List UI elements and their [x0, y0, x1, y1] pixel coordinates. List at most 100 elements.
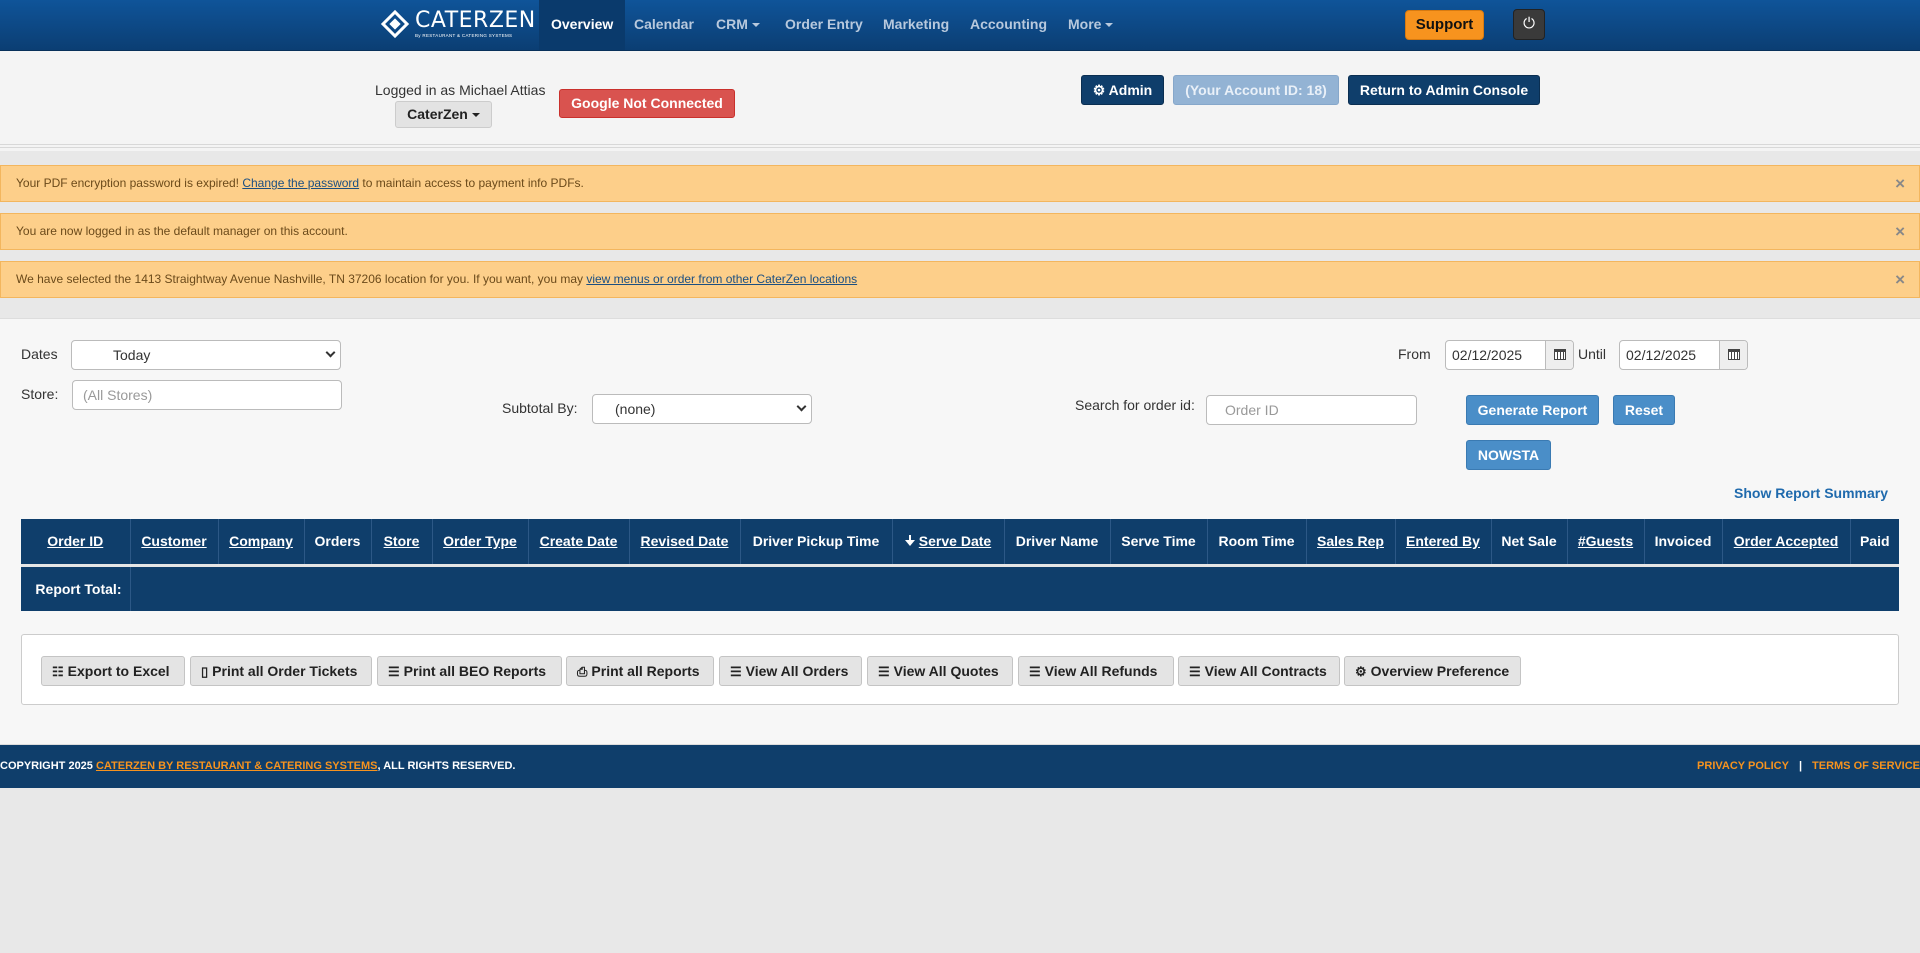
- copyright-suffix: , ALL RIGHTS RESERVED.: [377, 760, 516, 772]
- button-label: View All Contracts: [1204, 663, 1327, 679]
- store-input[interactable]: (All Stores): [72, 380, 342, 410]
- col-order-accepted[interactable]: Order Accepted: [1722, 519, 1851, 565]
- power-button[interactable]: ⏻: [1513, 9, 1545, 40]
- footer-divider: |: [1798, 760, 1803, 772]
- nav-crm-label: CRM: [716, 16, 748, 32]
- view-all-refunds-button[interactable]: ☰ View All Refunds: [1018, 656, 1174, 686]
- col-label: Store: [383, 533, 420, 550]
- admin-button[interactable]: ⚙ Admin: [1081, 75, 1164, 105]
- close-icon[interactable]: ×: [1895, 262, 1905, 297]
- col-label: Order Type: [443, 533, 517, 550]
- col-customer[interactable]: Customer: [130, 519, 219, 565]
- return-to-admin-console-button[interactable]: Return to Admin Console: [1348, 75, 1540, 105]
- nowsta-button[interactable]: NOWSTA: [1466, 440, 1551, 470]
- table-header-row: Order ID Customer Company Orders Store O…: [21, 519, 1899, 565]
- arrow-down-icon: [904, 535, 915, 547]
- button-label: Print all BEO Reports: [403, 663, 547, 679]
- col-paid: Paid: [1850, 519, 1899, 565]
- print-all-reports-button[interactable]: ⎙ Print all Reports: [566, 656, 714, 686]
- col-label: Paid: [1859, 533, 1890, 550]
- nav-crm[interactable]: CRM: [704, 0, 772, 50]
- col-revised-date[interactable]: Revised Date: [629, 519, 741, 565]
- col-label: Room Time: [1218, 533, 1295, 550]
- alert-default-manager: You are now logged in as the default man…: [0, 213, 1920, 250]
- until-date-value: 02/12/2025: [1626, 347, 1697, 363]
- close-icon[interactable]: ×: [1895, 214, 1905, 249]
- until-date-input[interactable]: 02/12/2025: [1619, 340, 1748, 370]
- col-order-id[interactable]: Order ID: [21, 519, 131, 565]
- change-password-link[interactable]: Change the password: [242, 176, 359, 190]
- dates-select[interactable]: Today: [71, 340, 341, 370]
- col-sales-rep[interactable]: Sales Rep: [1306, 519, 1396, 565]
- view-all-contracts-button[interactable]: ☰ View All Contracts: [1178, 656, 1340, 686]
- col-serve-date[interactable]: Serve Date: [892, 519, 1005, 565]
- button-label: View All Orders: [745, 663, 849, 679]
- gear-icon: ⚙: [1355, 664, 1367, 679]
- store-dropdown[interactable]: CaterZen: [395, 101, 492, 128]
- subtotal-select-value: (none): [615, 401, 656, 417]
- view-all-orders-button[interactable]: ☰ View All Orders: [719, 656, 862, 686]
- col-entered-by[interactable]: Entered By: [1395, 519, 1492, 565]
- from-label: From: [1398, 346, 1431, 362]
- alert-text: We have selected the 1413 Straightway Av…: [16, 272, 587, 286]
- search-order-id-label: Search for order id:: [1075, 397, 1195, 413]
- nav-calendar[interactable]: Calendar: [622, 0, 706, 50]
- generate-report-button[interactable]: Generate Report: [1466, 395, 1599, 425]
- report-total-row: Report Total:: [21, 563, 1899, 611]
- caterzen-logo-icon: [380, 9, 410, 39]
- privacy-policy-link[interactable]: PRIVACY POLICY: [1697, 760, 1789, 772]
- nav-order-entry[interactable]: Order Entry: [773, 0, 875, 50]
- caterzen-logo[interactable]: CATERZEN By RESTAURANT & CATERING SYSTEM…: [380, 9, 536, 39]
- col-driver-pickup-time: Driver Pickup Time: [740, 519, 893, 565]
- overview-preference-button[interactable]: ⚙ Overview Preference: [1344, 656, 1521, 686]
- alert-text: You are now logged in as the default man…: [16, 224, 348, 238]
- col-order-type[interactable]: Order Type: [432, 519, 529, 565]
- chevron-down-icon: [1105, 23, 1114, 28]
- nav-accounting[interactable]: Accounting: [958, 0, 1059, 50]
- top-navbar: CATERZEN By RESTAURANT & CATERING SYSTEM…: [0, 0, 1920, 51]
- col-label: Customer: [141, 533, 207, 550]
- col-label: Orders: [314, 533, 361, 550]
- col-invoiced: Invoiced: [1644, 519, 1723, 565]
- close-icon[interactable]: ×: [1895, 166, 1905, 201]
- from-date-input[interactable]: 02/12/2025: [1445, 340, 1574, 370]
- store-label: Store:: [21, 386, 59, 402]
- google-not-connected-button[interactable]: Google Not Connected: [559, 89, 735, 118]
- alert-location: We have selected the 1413 Straightway Av…: [0, 261, 1920, 298]
- col-label: Revised Date: [640, 533, 729, 550]
- calendar-icon[interactable]: [1545, 341, 1573, 369]
- nav-marketing[interactable]: Marketing: [871, 0, 961, 50]
- dates-select-value: Today: [113, 347, 151, 363]
- nav-more[interactable]: More: [1056, 0, 1125, 50]
- order-id-input[interactable]: Order ID: [1206, 395, 1417, 425]
- terms-of-service-link[interactable]: TERMS OF SERVICE: [1812, 760, 1920, 772]
- view-all-quotes-button[interactable]: ☰ View All Quotes: [867, 656, 1013, 686]
- subtotal-select[interactable]: (none): [592, 394, 812, 424]
- button-label: Export to Excel: [67, 663, 170, 679]
- reset-button[interactable]: Reset: [1613, 395, 1675, 425]
- chevron-down-icon: [751, 23, 760, 28]
- print-order-tickets-button[interactable]: ▯ Print all Order Tickets: [190, 656, 372, 686]
- print-beo-reports-button[interactable]: ☰ Print all BEO Reports: [377, 656, 562, 686]
- logged-in-text: Logged in as Michael Attias: [375, 82, 546, 98]
- button-label: View All Quotes: [893, 663, 999, 679]
- chevron-down-icon: [325, 347, 336, 358]
- col-create-date[interactable]: Create Date: [528, 519, 630, 565]
- nav-overview[interactable]: Overview: [539, 0, 626, 50]
- export-to-excel-button[interactable]: ☷ Export to Excel: [41, 656, 185, 686]
- show-report-summary-link[interactable]: Show Report Summary: [1734, 485, 1888, 501]
- col-guests[interactable]: #Guests: [1567, 519, 1645, 565]
- col-label: #Guests: [1577, 533, 1634, 550]
- company-link[interactable]: CATERZEN BY RESTAURANT & CATERING SYSTEM…: [96, 760, 378, 772]
- col-label: Order ID: [47, 533, 104, 550]
- logo-subtitle: By RESTAURANT & CATERING SYSTEMS: [415, 32, 513, 38]
- store-dropdown-label: CaterZen: [407, 106, 468, 122]
- nav-more-label: More: [1068, 16, 1102, 32]
- calendar-icon[interactable]: [1719, 341, 1747, 369]
- support-button[interactable]: Support: [1405, 10, 1484, 40]
- col-store[interactable]: Store: [371, 519, 433, 565]
- other-locations-link[interactable]: view menus or order from other CaterZen …: [586, 272, 857, 286]
- col-company[interactable]: Company: [218, 519, 305, 565]
- alert-text: to maintain access to payment info PDFs.: [359, 176, 584, 190]
- header-divider: [0, 144, 1920, 148]
